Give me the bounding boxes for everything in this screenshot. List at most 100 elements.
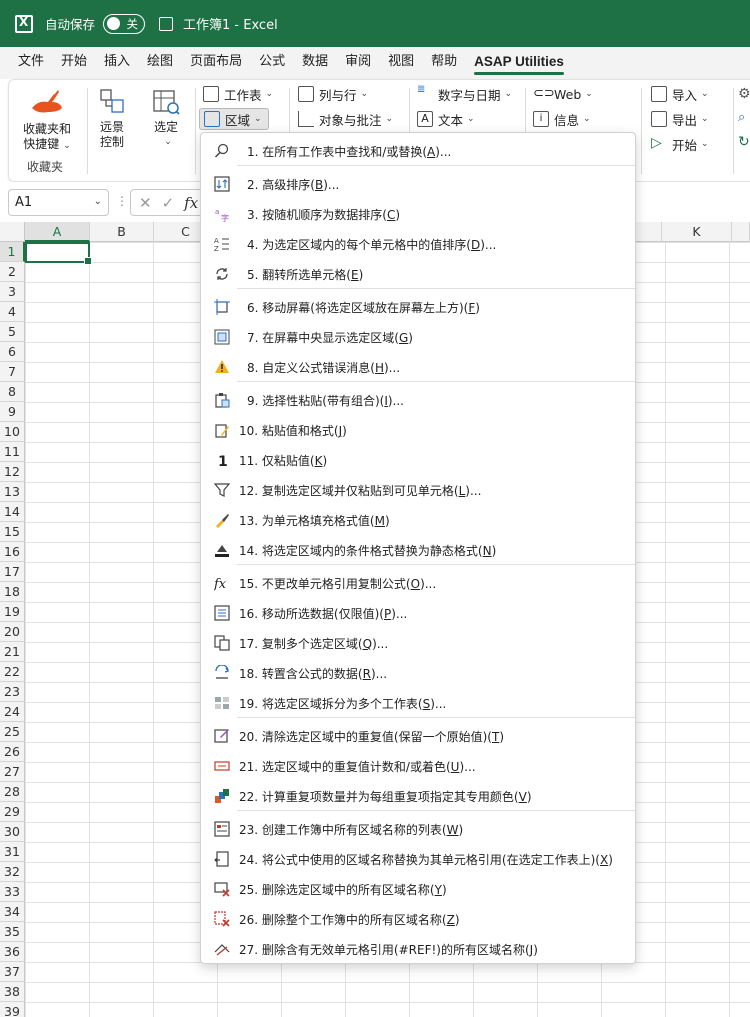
name-box[interactable]: A1 ⌄ [8,189,109,216]
row-header-14[interactable]: 14 [0,502,25,522]
select-button[interactable]: 选定 ⌄ [145,88,187,150]
row-header-9[interactable]: 9 [0,402,25,422]
row-header-27[interactable]: 27 [0,762,25,782]
autosave-toggle[interactable]: 关 [103,13,146,34]
row-header-13[interactable]: 13 [0,482,25,502]
menu-item-2[interactable]: 2. 高级排序(B)... [201,168,635,198]
menu-item-7[interactable]: 7. 在屏幕中央显示选定区域(G) [201,321,635,351]
row-header-35[interactable]: 35 [0,922,25,942]
import-button[interactable]: 导入 ⌄ [651,83,709,105]
remote-control-button[interactable]: 远景 控制 [93,88,131,150]
row-header-25[interactable]: 25 [0,722,25,742]
row-header-10[interactable]: 10 [0,422,25,442]
save-icon[interactable] [159,16,174,31]
columns-rows-button[interactable]: 列与行 ⌄ [298,83,368,105]
menu-item-22[interactable]: 22. 计算重复项数量并为每组重复项指定其专用颜色(V) [201,780,635,810]
menu-item-19[interactable]: 19. 将选定区域拆分为多个工作表(S)... [201,687,635,717]
menu-item-3[interactable]: a 字 3. 按随机顺序为数据排序(C) [201,198,635,228]
row-header-8[interactable]: 8 [0,382,25,402]
row-header-32[interactable]: 32 [0,862,25,882]
column-header-a[interactable]: A [25,222,90,242]
menu-item-11[interactable]: 1 11. 仅粘贴值(K) [201,444,635,474]
menu-item-24[interactable]: 24. 将公式中使用的区域名称替换为其单元格引用(在选定工作表上)(X) [201,843,635,873]
web-button[interactable]: ⊂⊃ Web ⌄ [533,83,593,105]
column-header-j[interactable] [636,222,662,242]
row-header-12[interactable]: 12 [0,462,25,482]
numbers-dates-button[interactable]: ≣ 数字与日期 ⌄ [417,83,512,105]
tab-insert[interactable]: 插入 [104,47,130,79]
gear-icon[interactable]: ⚙ [738,86,750,102]
tab-review[interactable]: 审阅 [345,47,371,79]
tab-data[interactable]: 数据 [302,47,328,79]
menu-item-1[interactable]: 1. 在所有工作表中查找和/或替换(A)... [201,135,635,165]
row-header-6[interactable]: 6 [0,342,25,362]
menu-item-18[interactable]: 18. 转置含公式的数据(R)... [201,657,635,687]
column-header-l[interactable] [732,222,750,242]
column-header-k[interactable]: K [662,222,732,242]
start-button[interactable]: ▷ 开始 ⌄ [651,133,709,155]
row-header-1[interactable]: 1 [0,242,25,262]
cancel-icon[interactable]: ✕ [139,194,152,212]
menu-item-20[interactable]: 20. 清除选定区域中的重复值(保留一个原始值)(T) [201,720,635,750]
tab-asap-utilities[interactable]: ASAP Utilities [474,47,564,79]
column-header-b[interactable]: B [90,222,154,242]
check-icon[interactable]: ✓ [162,194,175,212]
selected-cell-a1[interactable] [25,242,92,265]
export-button[interactable]: 导出 ⌄ [651,108,709,130]
menu-item-8[interactable]: 8. 自定义公式错误消息(H)... [201,351,635,381]
menu-item-12[interactable]: 12. 复制选定区域并仅粘贴到可见单元格(L)... [201,474,635,504]
menu-item-10[interactable]: 10. 粘贴值和格式(J) [201,414,635,444]
row-header-23[interactable]: 23 [0,682,25,702]
menu-item-26[interactable]: 26. 删除整个工作簿中的所有区域名称(Z) [201,903,635,933]
row-header-18[interactable]: 18 [0,582,25,602]
tab-draw[interactable]: 绘图 [147,47,173,79]
menu-item-13[interactable]: 13. 为单元格填充格式值(M) [201,504,635,534]
search-icon[interactable]: ⌕ [738,110,745,125]
row-header-30[interactable]: 30 [0,822,25,842]
row-header-33[interactable]: 33 [0,882,25,902]
row-header-7[interactable]: 7 [0,362,25,382]
refresh-icon[interactable]: ↻ [738,134,750,150]
select-all-corner[interactable] [0,222,25,242]
row-header-20[interactable]: 20 [0,622,25,642]
tab-formulas[interactable]: 公式 [259,47,285,79]
text-button[interactable]: A 文本 ⌄ [417,108,475,130]
range-button[interactable]: 区域 ⌄ [199,108,269,130]
menu-item-4[interactable]: A Z 4. 为选定区域内的每个单元格中的值排序(D)... [201,228,635,258]
row-header-28[interactable]: 28 [0,782,25,802]
objects-comments-button[interactable]: 对象与批注 ⌄ [298,108,393,130]
row-header-31[interactable]: 31 [0,842,25,862]
row-header-11[interactable]: 11 [0,442,25,462]
info-button[interactable]: i 信息 ⌄ [533,108,591,130]
menu-item-5[interactable]: 5. 翻转所选单元格(E) [201,258,635,288]
row-header-22[interactable]: 22 [0,662,25,682]
menu-item-27[interactable]: 27. 删除含有无效单元格引用(#REF!)的所有区域名称(J) [201,933,635,963]
tab-page-layout[interactable]: 页面布局 [190,47,242,79]
function-icon[interactable]: fx [184,194,198,212]
row-header-2[interactable]: 2 [0,262,25,282]
tab-file[interactable]: 文件 [18,47,44,79]
tab-view[interactable]: 视图 [388,47,414,79]
row-header-5[interactable]: 5 [0,322,25,342]
worksheet-button[interactable]: 工作表 ⌄ [203,83,273,105]
row-header-37[interactable]: 37 [0,962,25,982]
row-header-4[interactable]: 4 [0,302,25,322]
row-header-39[interactable]: 39 [0,1002,25,1017]
row-header-24[interactable]: 24 [0,702,25,722]
row-header-26[interactable]: 26 [0,742,25,762]
tab-help[interactable]: 帮助 [431,47,457,79]
row-header-29[interactable]: 29 [0,802,25,822]
favorites-button[interactable]: 收藏夹和 快捷键 ⌄ [17,88,77,154]
menu-item-17[interactable]: 17. 复制多个选定区域(Q)... [201,627,635,657]
row-header-36[interactable]: 36 [0,942,25,962]
row-header-38[interactable]: 38 [0,982,25,1002]
row-header-16[interactable]: 16 [0,542,25,562]
menu-item-23[interactable]: 23. 创建工作簿中所有区域名称的列表(W) [201,813,635,843]
row-header-17[interactable]: 17 [0,562,25,582]
tab-home[interactable]: 开始 [61,47,87,79]
menu-item-21[interactable]: 21. 选定区域中的重复值计数和/或着色(U)... [201,750,635,780]
menu-item-15[interactable]: fx 15. 不更改单元格引用复制公式(O)... [201,567,635,597]
chevron-down-icon[interactable]: ⌄ [94,196,102,207]
menu-item-16[interactable]: 16. 移动所选数据(仅限值)(P)... [201,597,635,627]
row-header-19[interactable]: 19 [0,602,25,622]
